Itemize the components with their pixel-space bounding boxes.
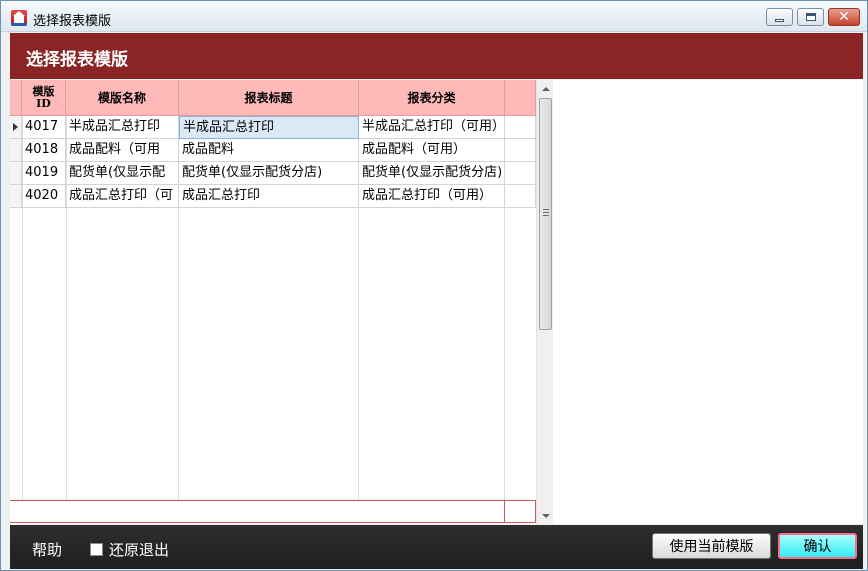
cell-category[interactable]: 成品配料（可用） [359, 139, 505, 162]
cell-id[interactable]: 4019 [22, 162, 66, 185]
dialog-window: 选择报表模版 ✕ 选择报表模版 模版 ID 模版名称 报表标题 报表分类 401… [0, 0, 868, 571]
cell-name[interactable]: 配货单(仅显示配 [66, 162, 179, 185]
help-link[interactable]: 帮助 [32, 539, 62, 560]
cell-title[interactable]: 成品汇总打印 [179, 185, 359, 208]
current-row-pointer-icon [13, 123, 18, 131]
cell-extra [505, 162, 536, 185]
column-header-title[interactable]: 报表标题 [179, 80, 359, 116]
scroll-up-button[interactable] [537, 80, 553, 97]
table-row[interactable]: 4020 成品汇总打印（可 成品汇总打印 成品汇总打印（可用） [10, 185, 536, 208]
column-header-id-line2: ID [36, 96, 51, 110]
template-grid: 模版 ID 模版名称 报表标题 报表分类 4017 半成品汇总打印 半成品汇总打… [10, 80, 553, 524]
column-header-id[interactable]: 模版 ID [22, 80, 66, 116]
cell-id[interactable]: 4020 [22, 185, 66, 208]
confirm-button[interactable]: 确认 [778, 533, 857, 559]
row-selector-header [10, 80, 22, 116]
grip-icon [543, 209, 549, 216]
maximize-icon [805, 13, 816, 21]
cell-extra [505, 116, 536, 139]
row-selector[interactable] [10, 185, 22, 208]
cell-title[interactable]: 配货单(仅显示配货分店) [179, 162, 359, 185]
preview-area [553, 80, 863, 524]
cell-title[interactable]: 成品配料 [179, 139, 359, 162]
cell-id[interactable]: 4018 [22, 139, 66, 162]
minimize-icon [775, 18, 784, 22]
header-title: 选择报表模版 [26, 50, 128, 70]
restore-exit-option[interactable]: 还原退出 [90, 539, 169, 560]
row-selector[interactable] [10, 139, 22, 162]
cell-category[interactable]: 半成品汇总打印（可用） [359, 116, 505, 139]
cell-category[interactable]: 成品汇总打印（可用） [359, 185, 505, 208]
title-bar: 选择报表模版 ✕ [1, 1, 867, 32]
cell-name[interactable]: 成品配料（可用 [66, 139, 179, 162]
cell-category[interactable]: 配货单(仅显示配货分店) [359, 162, 505, 185]
column-header-category[interactable]: 报表分类 [359, 80, 505, 116]
cell-id[interactable]: 4017 [22, 116, 66, 139]
table-row[interactable]: 4017 半成品汇总打印 半成品汇总打印 半成品汇总打印（可用） [10, 116, 536, 139]
minimize-button[interactable] [766, 8, 793, 26]
use-current-template-button[interactable]: 使用当前模版 [652, 533, 771, 559]
window-title: 选择报表模版 [33, 14, 112, 29]
bottom-toolbar: 帮助 还原退出 使用当前模版 确认 [10, 525, 863, 569]
restore-exit-checkbox[interactable] [90, 543, 103, 556]
column-header-id-line1: 模版 [32, 84, 55, 98]
scroll-down-button[interactable] [537, 507, 553, 524]
grid-footer-row [10, 500, 536, 523]
footer-divider [504, 501, 505, 523]
scroll-up-icon [541, 86, 550, 91]
maximize-button[interactable] [797, 8, 824, 26]
table-row[interactable]: 4018 成品配料（可用 成品配料 成品配料（可用） [10, 139, 536, 162]
dialog-header: 选择报表模版 [10, 33, 863, 79]
vertical-scrollbar[interactable] [536, 80, 553, 524]
close-button[interactable]: ✕ [828, 8, 860, 26]
app-house-icon [11, 10, 27, 26]
cell-extra [505, 139, 536, 162]
scroll-down-icon [541, 513, 550, 518]
cell-extra [505, 185, 536, 208]
table-row[interactable]: 4019 配货单(仅显示配 配货单(仅显示配货分店) 配货单(仅显示配货分店) [10, 162, 536, 185]
cell-name[interactable]: 成品汇总打印（可 [66, 185, 179, 208]
scrollbar-thumb[interactable] [539, 98, 552, 330]
cell-title[interactable]: 半成品汇总打印 [179, 116, 359, 139]
close-icon: ✕ [838, 9, 850, 25]
restore-exit-label[interactable]: 还原退出 [109, 539, 169, 560]
row-selector[interactable] [10, 162, 22, 185]
cell-name[interactable]: 半成品汇总打印 [66, 116, 179, 139]
column-header-name[interactable]: 模版名称 [66, 80, 179, 116]
column-header-extra [505, 80, 536, 116]
row-selector[interactable] [10, 116, 22, 139]
